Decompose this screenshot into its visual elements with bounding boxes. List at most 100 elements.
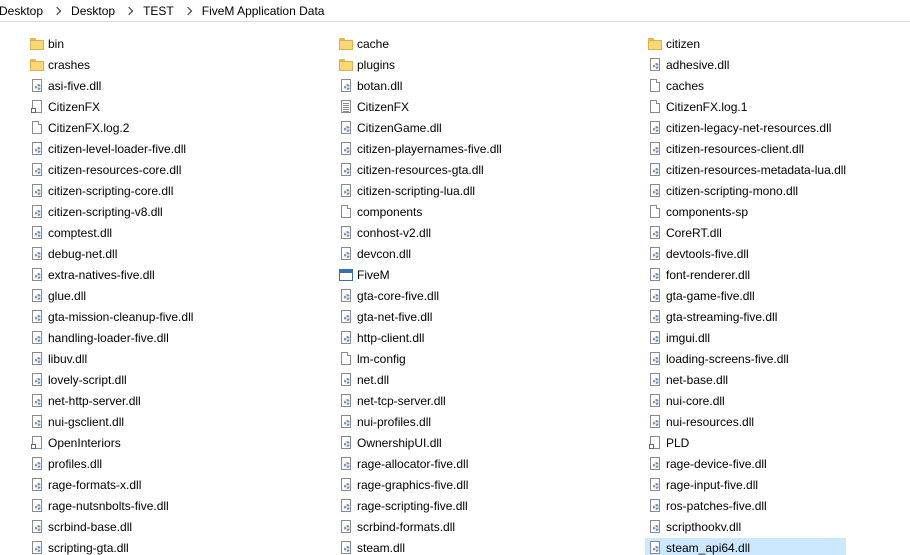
dll-icon: [29, 225, 45, 241]
file-name: rage-scripting-five.dll: [357, 499, 468, 513]
file-name: glue.dll: [48, 289, 87, 303]
file-item[interactable]: CitizenFX.log.2: [27, 118, 193, 138]
dll-icon: [338, 162, 354, 178]
file-item[interactable]: lovely-script.dll: [27, 370, 193, 390]
file-item[interactable]: rage-device-five.dll: [645, 454, 846, 474]
file-name: citizen-resources-client.dll: [666, 142, 805, 156]
file-item[interactable]: scripting-gta.dll: [27, 538, 193, 555]
file-item[interactable]: citizen-scripting-mono.dll: [645, 181, 846, 201]
shortcut-icon: [647, 435, 663, 451]
file-item[interactable]: citizen-scripting-v8.dll: [27, 202, 193, 222]
file-item[interactable]: CitizenFX: [336, 97, 502, 117]
file-item[interactable]: CitizenGame.dll: [336, 118, 502, 138]
file-item[interactable]: components-sp: [645, 202, 846, 222]
file-item[interactable]: scrbind-base.dll: [27, 517, 193, 537]
file-item[interactable]: rage-scripting-five.dll: [336, 496, 502, 516]
file-item[interactable]: citizen-resources-core.dll: [27, 160, 193, 180]
file-item[interactable]: conhost-v2.dll: [336, 223, 502, 243]
file-item[interactable]: cache: [336, 34, 502, 54]
file-item[interactable]: citizen-resources-metadata-lua.dll: [645, 160, 846, 180]
file-item[interactable]: scripthookv.dll: [645, 517, 846, 537]
chevron-right-icon[interactable]: [52, 6, 62, 16]
file-item[interactable]: bin: [27, 34, 193, 54]
file-item[interactable]: gta-net-five.dll: [336, 307, 502, 327]
file-item[interactable]: nui-profiles.dll: [336, 412, 502, 432]
file-item[interactable]: steam_api64.dll: [645, 538, 847, 555]
file-item[interactable]: rage-graphics-five.dll: [336, 475, 502, 495]
file-name: CoreRT.dll: [666, 226, 722, 240]
file-item[interactable]: imgui.dll: [645, 328, 846, 348]
file-item[interactable]: nui-core.dll: [645, 391, 846, 411]
file-item[interactable]: nui-resources.dll: [645, 412, 846, 432]
address-bar[interactable]: Desktop Desktop TEST FiveM Application D…: [0, 0, 910, 22]
file-name: rage-input-five.dll: [666, 478, 759, 492]
dll-icon: [647, 540, 663, 555]
file-item[interactable]: citizen-legacy-net-resources.dll: [645, 118, 846, 138]
file-item[interactable]: FiveM: [336, 265, 502, 285]
file-item[interactable]: net.dll: [336, 370, 502, 390]
file-item[interactable]: asi-five.dll: [27, 76, 193, 96]
dll-icon: [338, 414, 354, 430]
file-item[interactable]: rage-allocator-five.dll: [336, 454, 502, 474]
file-item[interactable]: libuv.dll: [27, 349, 193, 369]
dll-icon: [338, 183, 354, 199]
file-item[interactable]: botan.dll: [336, 76, 502, 96]
file-item[interactable]: font-renderer.dll: [645, 265, 846, 285]
file-name: citizen-resources-metadata-lua.dll: [666, 163, 847, 177]
file-item[interactable]: devcon.dll: [336, 244, 502, 264]
breadcrumb-item-desktop-2[interactable]: Desktop: [68, 4, 118, 18]
file-item[interactable]: crashes: [27, 55, 193, 75]
file-item[interactable]: gta-core-five.dll: [336, 286, 502, 306]
file-item[interactable]: citizen-scripting-lua.dll: [336, 181, 502, 201]
file-item[interactable]: caches: [645, 76, 846, 96]
file-item[interactable]: citizen-playernames-five.dll: [336, 139, 502, 159]
breadcrumb-item-fivem-application-data[interactable]: FiveM Application Data: [199, 4, 328, 18]
file-item[interactable]: CoreRT.dll: [645, 223, 846, 243]
file-item[interactable]: citizen-scripting-core.dll: [27, 181, 193, 201]
file-item[interactable]: adhesive.dll: [645, 55, 846, 75]
file-item[interactable]: citizen-resources-gta.dll: [336, 160, 502, 180]
file-item[interactable]: gta-game-five.dll: [645, 286, 846, 306]
file-item[interactable]: net-base.dll: [645, 370, 846, 390]
file-item[interactable]: profiles.dll: [27, 454, 193, 474]
file-item[interactable]: PLD: [645, 433, 846, 453]
file-item[interactable]: components: [336, 202, 502, 222]
file-item[interactable]: glue.dll: [27, 286, 193, 306]
file-item[interactable]: rage-formats-x.dll: [27, 475, 193, 495]
file-item[interactable]: OwnershipUI.dll: [336, 433, 502, 453]
file-item[interactable]: debug-net.dll: [27, 244, 193, 264]
file-item[interactable]: CitizenFX: [27, 97, 193, 117]
file-item[interactable]: CitizenFX.log.1: [645, 97, 846, 117]
chevron-right-icon[interactable]: [183, 6, 193, 16]
file-column-1: bin crashes asi-five.dll CitizenFX CitizenFX…: [27, 34, 193, 555]
file-item[interactable]: steam.dll: [336, 538, 502, 555]
dll-icon: [338, 372, 354, 388]
file-item[interactable]: citizen-level-loader-five.dll: [27, 139, 193, 159]
file-item[interactable]: ros-patches-five.dll: [645, 496, 846, 516]
file-item[interactable]: scrbind-formats.dll: [336, 517, 502, 537]
file-item[interactable]: comptest.dll: [27, 223, 193, 243]
file-item[interactable]: loading-screens-five.dll: [645, 349, 846, 369]
file-item[interactable]: devtools-five.dll: [645, 244, 846, 264]
breadcrumb-item-desktop-1[interactable]: Desktop: [0, 4, 46, 18]
breadcrumb-item-test[interactable]: TEST: [140, 4, 177, 18]
dll-icon: [338, 498, 354, 514]
file-item[interactable]: rage-input-five.dll: [645, 475, 846, 495]
file-item[interactable]: citizen: [645, 34, 846, 54]
file-item[interactable]: OpenInteriors: [27, 433, 193, 453]
file-item[interactable]: http-client.dll: [336, 328, 502, 348]
file-item[interactable]: rage-nutsnbolts-five.dll: [27, 496, 193, 516]
chevron-right-icon[interactable]: [124, 6, 134, 16]
file-item[interactable]: nui-gsclient.dll: [27, 412, 193, 432]
file-name: profiles.dll: [48, 457, 103, 471]
file-item[interactable]: lm-config: [336, 349, 502, 369]
file-item[interactable]: gta-streaming-five.dll: [645, 307, 846, 327]
file-item[interactable]: net-http-server.dll: [27, 391, 193, 411]
file-item[interactable]: extra-natives-five.dll: [27, 265, 193, 285]
file-item[interactable]: citizen-resources-client.dll: [645, 139, 846, 159]
file-item[interactable]: plugins: [336, 55, 502, 75]
file-item[interactable]: gta-mission-cleanup-five.dll: [27, 307, 193, 327]
file-item[interactable]: handling-loader-five.dll: [27, 328, 193, 348]
file-item[interactable]: net-tcp-server.dll: [336, 391, 502, 411]
file-name: libuv.dll: [48, 352, 88, 366]
